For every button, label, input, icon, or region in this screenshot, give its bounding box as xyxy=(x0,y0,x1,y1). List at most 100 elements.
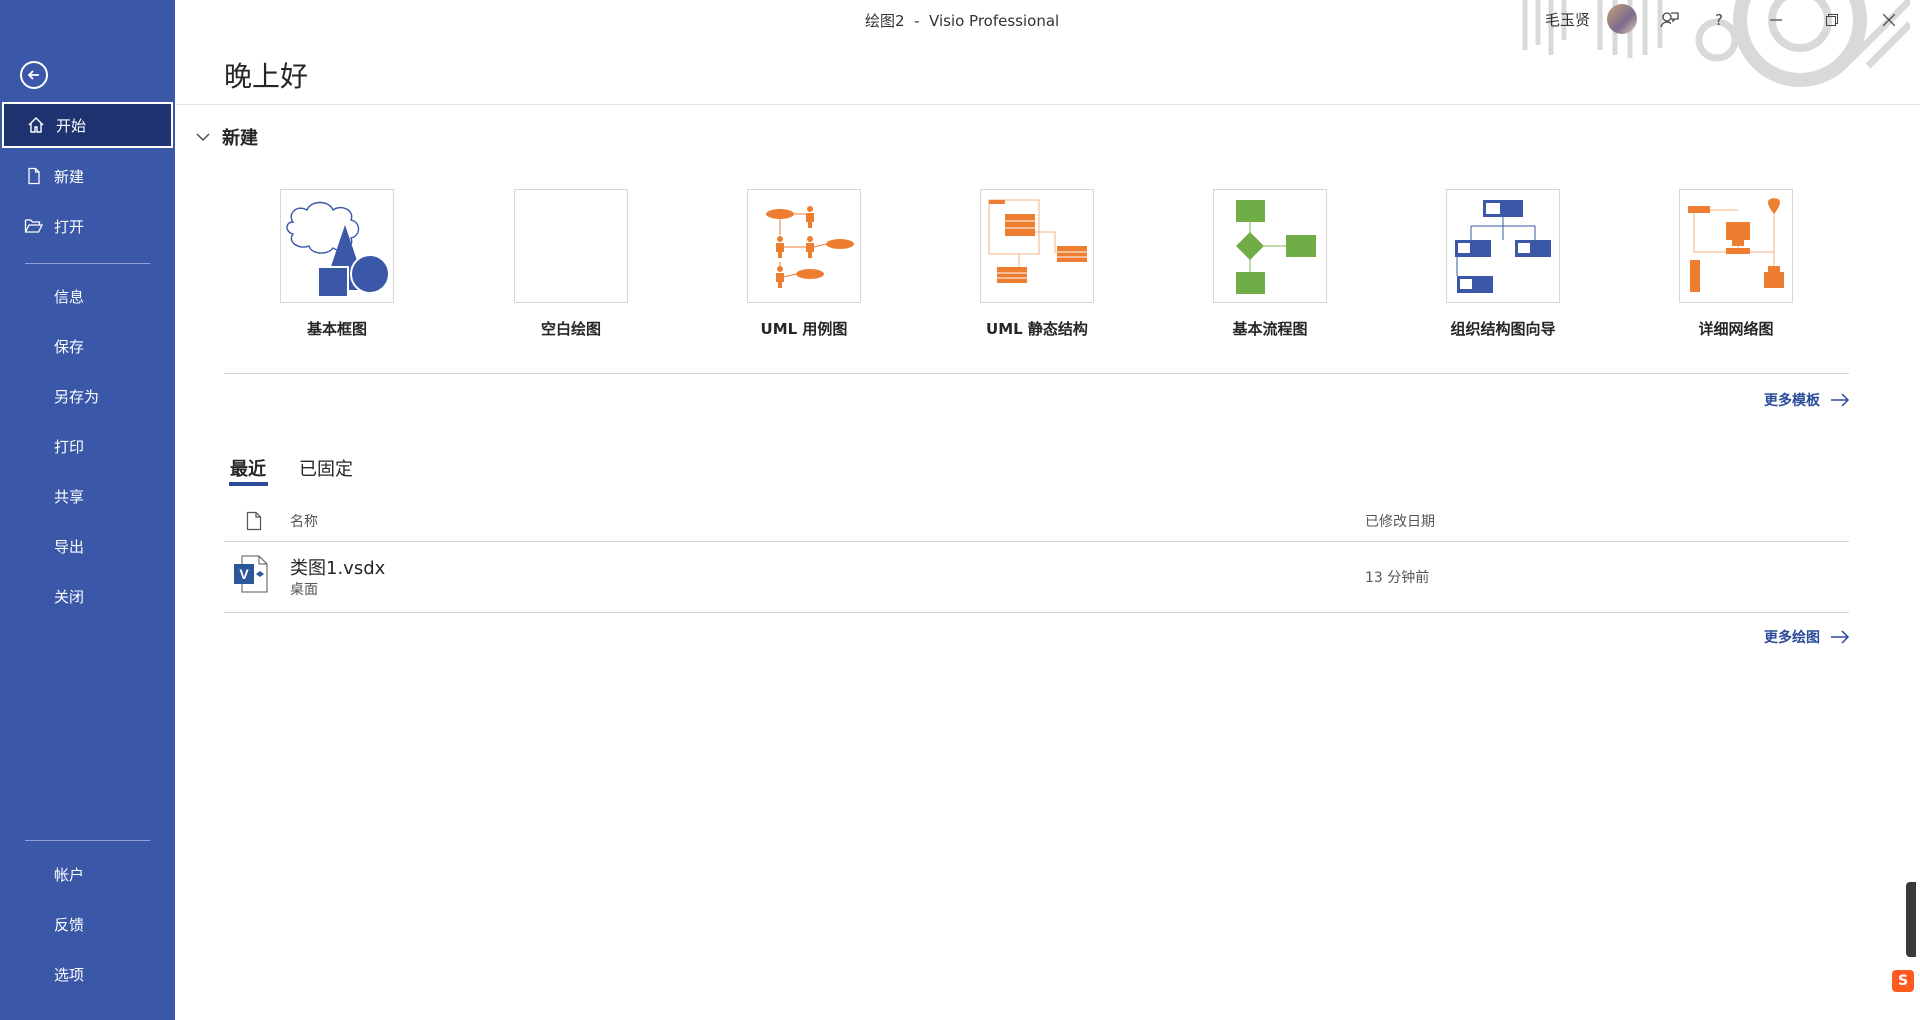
template-label: 基本流程图 xyxy=(1232,320,1308,338)
nav-options[interactable]: 选项 xyxy=(2,951,173,997)
nav-save-as-label: 另存为 xyxy=(54,387,100,406)
org-chart-icon xyxy=(1455,200,1551,293)
nav-share-label: 共享 xyxy=(54,487,85,506)
active-tab-indicator xyxy=(229,482,268,486)
nav-new-label: 新建 xyxy=(54,167,85,186)
nav-home[interactable]: 开始 xyxy=(2,102,173,148)
template-basic-diagram[interactable]: 基本框图 xyxy=(247,189,427,339)
table-row[interactable]: V 类图1.vsdx 桌面 13 分钟前 xyxy=(224,542,1849,613)
sidebar-divider xyxy=(25,840,150,841)
nav-save-as[interactable]: 另存为 xyxy=(2,373,173,419)
nav-new[interactable]: 新建 xyxy=(2,153,173,199)
template-detailed-network[interactable]: 详细网络图 xyxy=(1646,189,1826,339)
nav-info[interactable]: 信息 xyxy=(2,273,173,319)
more-templates-label: 更多模板 xyxy=(1764,393,1820,409)
restore-button[interactable] xyxy=(1818,6,1846,34)
template-uml-static-structure[interactable]: UML 静态结构 xyxy=(947,189,1127,339)
back-button[interactable] xyxy=(20,61,48,89)
template-thumbnail xyxy=(980,189,1094,303)
avatar[interactable] xyxy=(1607,4,1637,34)
arrow-right-icon xyxy=(1831,393,1850,407)
nav-print[interactable]: 打印 xyxy=(2,423,173,469)
home-icon xyxy=(26,115,46,135)
uml-class-diagram-icon xyxy=(988,199,1087,283)
column-name-header[interactable]: 名称 xyxy=(290,511,318,531)
template-blank-drawing[interactable]: 空白绘图 xyxy=(481,189,661,339)
template-org-chart-wizard[interactable]: 组织结构图向导 xyxy=(1413,189,1593,339)
nav-info-label: 信息 xyxy=(54,287,85,306)
flowchart-icon xyxy=(1236,200,1316,294)
template-basic-flowchart[interactable]: 基本流程图 xyxy=(1180,189,1360,339)
backstage-sidebar: 开始 新建 打开 信息 保存 另存为 打印 共享 导出 关闭 帐户 反馈 选项 xyxy=(0,0,175,1020)
minimize-button[interactable] xyxy=(1762,6,1790,34)
template-thumbnail xyxy=(280,189,394,303)
template-label: UML 用例图 xyxy=(760,320,848,338)
nav-options-label: 选项 xyxy=(54,965,85,984)
file-type-icon xyxy=(246,511,262,531)
nav-close-label: 关闭 xyxy=(54,587,85,606)
new-section-toggle[interactable]: 新建 xyxy=(196,124,258,150)
arrow-right-icon xyxy=(1831,630,1850,644)
back-arrow-icon xyxy=(27,70,39,80)
help-icon: ? xyxy=(1715,11,1723,29)
nav-account[interactable]: 帐户 xyxy=(2,851,173,897)
column-date-header[interactable]: 已修改日期 xyxy=(1365,511,1435,531)
person-feedback-icon xyxy=(1660,12,1679,28)
minimize-icon xyxy=(1770,19,1782,21)
basic-shapes-icon xyxy=(286,201,390,298)
file-location: 桌面 xyxy=(290,582,318,598)
nav-share[interactable]: 共享 xyxy=(2,473,173,519)
template-thumbnail xyxy=(1213,189,1327,303)
network-diagram-icon xyxy=(1688,198,1784,292)
svg-text:V: V xyxy=(239,566,249,582)
nav-account-label: 帐户 xyxy=(54,865,85,884)
sidebar-divider xyxy=(25,263,150,264)
new-file-icon xyxy=(24,166,44,186)
nav-open-label: 打开 xyxy=(54,217,85,236)
visio-file-icon: V xyxy=(234,554,270,598)
close-button[interactable] xyxy=(1875,6,1903,34)
template-label: 详细网络图 xyxy=(1698,320,1774,338)
user-name[interactable]: 毛玉贤 xyxy=(1545,9,1590,30)
template-label: 组织结构图向导 xyxy=(1450,320,1556,338)
tab-pinned[interactable]: 已固定 xyxy=(299,455,353,481)
file-name: 类图1.vsdx xyxy=(290,558,386,579)
nav-print-label: 打印 xyxy=(54,437,85,456)
nav-feedback-label: 反馈 xyxy=(54,915,85,934)
nav-save-label: 保存 xyxy=(54,337,85,356)
template-label: 空白绘图 xyxy=(540,320,601,338)
greeting-heading: 晚上好 xyxy=(224,60,309,93)
nav-home-label: 开始 xyxy=(56,116,87,135)
template-thumbnail xyxy=(1446,189,1560,303)
uml-use-case-icon xyxy=(766,206,854,288)
volume-meter xyxy=(1906,882,1916,957)
nav-feedback[interactable]: 反馈 xyxy=(2,901,173,947)
nav-export-label: 导出 xyxy=(54,537,85,556)
template-label: 基本框图 xyxy=(306,320,367,338)
nav-save[interactable]: 保存 xyxy=(2,323,173,369)
close-icon xyxy=(1883,14,1895,26)
nav-close[interactable]: 关闭 xyxy=(2,573,173,619)
restore-icon xyxy=(1826,14,1838,26)
template-uml-use-case[interactable]: UML 用例图 xyxy=(714,189,894,339)
open-folder-icon xyxy=(24,216,44,236)
tab-recent[interactable]: 最近 xyxy=(230,455,266,481)
header-divider xyxy=(175,104,1920,105)
nav-export[interactable]: 导出 xyxy=(2,523,173,569)
coauthor-button[interactable] xyxy=(1655,6,1683,34)
more-templates-link[interactable]: 更多模板 xyxy=(1764,390,1850,410)
new-section-label: 新建 xyxy=(222,128,258,149)
nav-open[interactable]: 打开 xyxy=(2,203,173,249)
ime-icon[interactable]: S xyxy=(1892,970,1914,992)
help-button[interactable]: ? xyxy=(1705,6,1733,34)
template-label: UML 静态结构 xyxy=(986,320,1088,338)
chevron-down-icon xyxy=(196,133,210,141)
template-thumbnail xyxy=(1679,189,1793,303)
template-thumbnail xyxy=(514,189,628,303)
more-drawings-label: 更多绘图 xyxy=(1764,630,1820,646)
file-modified-date: 13 分钟前 xyxy=(1365,570,1430,586)
file-list-header: 名称 已修改日期 xyxy=(224,505,1849,542)
template-thumbnail xyxy=(747,189,861,303)
templates-divider xyxy=(224,373,1849,374)
more-drawings-link[interactable]: 更多绘图 xyxy=(1764,627,1850,647)
